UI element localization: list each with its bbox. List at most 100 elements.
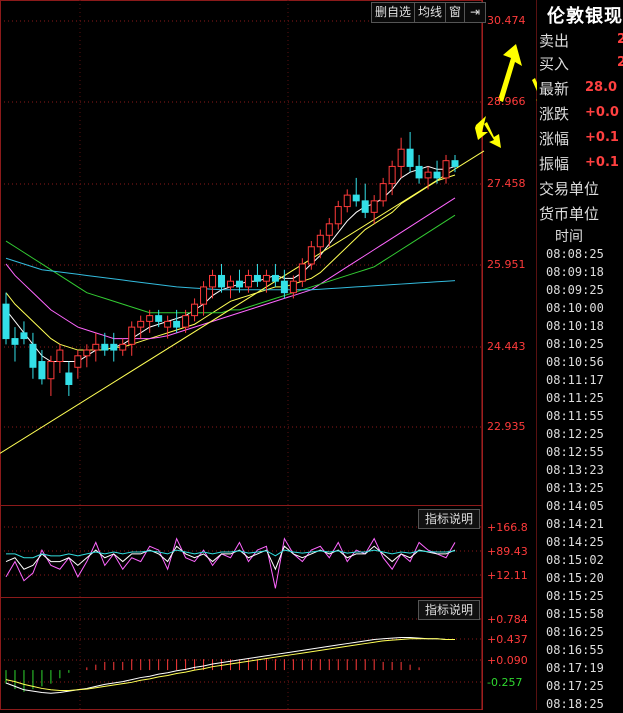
price-axis-label: 30.474: [487, 14, 526, 27]
collapse-arrow-icon[interactable]: ⇥: [464, 2, 487, 23]
indicator2-axis-label: -0.257: [487, 676, 523, 689]
bullish-candle: [56, 349, 64, 363]
quote-value-change: +0.0: [585, 105, 619, 120]
bearish-candle: [451, 160, 459, 167]
quote-label-amplitude: 振幅: [539, 155, 570, 173]
tick-time: 08:11:55: [546, 409, 604, 423]
indicator1-axis-label: +89.43: [487, 545, 528, 558]
indicator1-axis-label: +166.8: [487, 521, 528, 534]
tick-time: 08:17:25: [546, 679, 604, 693]
tick-time: 08:13:23: [546, 463, 604, 477]
bearish-candle: [253, 274, 261, 282]
tick-time-list[interactable]: 08:08:25 08:09:18 08:09:25 08:10:00 08:10:18…: [546, 245, 623, 713]
indicator-help-button[interactable]: 指标说明: [418, 509, 481, 529]
tick-time: 08:18:25: [546, 697, 604, 711]
bearish-candle: [29, 343, 37, 368]
delete-watchlist-button[interactable]: 删自选: [371, 2, 416, 23]
bullish-candle: [200, 286, 208, 305]
quote-value-last: 28.0: [585, 80, 618, 95]
indicator2-frame: [0, 597, 483, 710]
quote-value-ask: 2: [617, 32, 623, 47]
tick-time: 08:17:19: [546, 661, 604, 675]
tick-time: 08:15:20: [546, 571, 604, 585]
bearish-candle: [101, 343, 109, 351]
bearish-candle: [433, 171, 441, 179]
bullish-candle: [47, 361, 55, 380]
bullish-candle: [289, 280, 297, 294]
bullish-candle: [334, 206, 342, 225]
main-frame: [0, 0, 483, 506]
bullish-candle: [137, 320, 145, 328]
bullish-candle: [442, 160, 450, 179]
tick-time: 08:11:17: [546, 373, 604, 387]
quote-label-bid: 买入: [539, 55, 570, 73]
chart-toolbar: 删自选 均线 窗 ⇥: [371, 2, 487, 23]
trend-line: [0, 150, 485, 454]
bearish-candle: [2, 303, 10, 340]
price-axis-label: 25.951: [487, 258, 526, 271]
tick-time: 08:10:18: [546, 319, 604, 333]
bearish-candle: [235, 280, 243, 288]
indicator2-axis-label: +0.090: [487, 654, 528, 667]
quote-value-change-pct: +0.1: [585, 130, 619, 145]
bearish-candle: [415, 165, 423, 179]
bearish-candle: [218, 274, 226, 288]
bullish-candle: [307, 246, 315, 265]
indicator1-line: [5, 537, 456, 589]
bullish-candle: [298, 263, 306, 282]
bullish-candle: [316, 234, 324, 248]
tick-time: 08:16:25: [546, 625, 604, 639]
bullish-candle: [379, 183, 387, 202]
bearish-candle: [173, 320, 181, 328]
annotation-arrow: [498, 44, 522, 102]
bullish-candle: [424, 171, 432, 179]
tick-time: 08:15:58: [546, 607, 604, 621]
bearish-candle: [110, 343, 118, 351]
bullish-candle: [343, 194, 351, 208]
tick-time: 08:10:00: [546, 301, 604, 315]
bullish-candle: [146, 315, 154, 322]
tick-time: 08:09:18: [546, 265, 604, 279]
tick-time: 08:14:05: [546, 499, 604, 513]
tick-time: 08:12:55: [546, 445, 604, 459]
moving-average-line: [5, 165, 456, 363]
bearish-candle: [352, 194, 360, 202]
moving-average-line: [5, 197, 456, 340]
bullish-candle: [325, 223, 333, 236]
quote-label-ask: 卖出: [539, 32, 570, 50]
bullish-candle: [191, 303, 199, 317]
quote-value-bid: 2: [617, 55, 623, 70]
bullish-candle: [182, 315, 190, 328]
window-button[interactable]: 窗: [445, 2, 466, 23]
bullish-candle: [227, 280, 234, 288]
indicator-help-button[interactable]: 指标说明: [418, 600, 481, 620]
bullish-candle: [209, 274, 217, 288]
bearish-candle: [280, 280, 288, 294]
bullish-candle: [397, 148, 405, 167]
bearish-candle: [155, 315, 163, 322]
bearish-candle: [271, 274, 279, 282]
quote-label-change-pct: 涨幅: [539, 130, 570, 148]
tick-time: 08:15:25: [546, 589, 604, 603]
instrument-title: 伦敦银现: [547, 6, 623, 27]
tick-time: 08:15:02: [546, 553, 604, 567]
quote-value-amplitude: +0.1: [585, 155, 619, 170]
bullish-candle: [83, 349, 91, 357]
bearish-candle: [361, 200, 369, 213]
bearish-candle: [11, 338, 19, 345]
bearish-candle: [65, 372, 73, 385]
quote-label-change: 涨跌: [539, 105, 570, 123]
bullish-candle: [128, 326, 136, 345]
price-axis-label: 27.458: [487, 177, 526, 190]
bullish-candle: [119, 343, 127, 351]
quote-label-last: 最新: [539, 80, 570, 98]
tick-time: 08:12:25: [546, 427, 604, 441]
tick-time: 08:11:25: [546, 391, 604, 405]
price-axis-label: 22.935: [487, 420, 526, 433]
bullish-candle: [92, 343, 100, 351]
time-column-header: 时间: [555, 229, 583, 245]
moving-average-button[interactable]: 均线: [414, 2, 447, 23]
indicator2-axis-label: +0.437: [487, 633, 528, 646]
quote-label-trade-unit: 交易单位: [539, 180, 600, 198]
tick-time: 08:13:25: [546, 481, 604, 495]
